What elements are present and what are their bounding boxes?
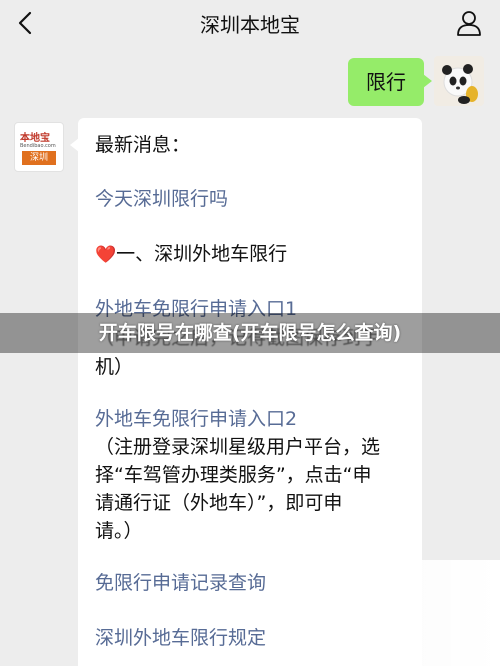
message-heading: 最新消息：: [95, 134, 191, 156]
section-one-text: 一、深圳外地车限行: [116, 243, 288, 265]
note-1-line-2: 机）: [95, 356, 134, 378]
heart-icon: ❤️: [95, 245, 117, 265]
note-2-line-3: 请通行证（外地车）”，即可申: [95, 492, 343, 514]
note-2-line-2: 择“车驾管办理类服务”，点击“申: [95, 464, 372, 486]
logo-text: 本地宝: [20, 133, 50, 144]
person-icon[interactable]: [454, 8, 484, 38]
outgoing-message-text: 限行: [366, 70, 406, 94]
user-avatar[interactable]: [434, 56, 484, 106]
note-2-line-4: 请。）: [95, 520, 143, 542]
link-records-query[interactable]: 免限行申请记录查询: [95, 568, 266, 598]
section-one-title: ❤️一、深圳外地车限行: [95, 239, 287, 270]
link-apply-entry-2[interactable]: 外地车免限行申请入口2: [95, 404, 297, 434]
outgoing-message-bubble[interactable]: 限行: [348, 58, 432, 106]
logo-badge: 深圳: [22, 151, 56, 165]
panda-avatar-icon: [434, 56, 484, 106]
logo-subtext: Bendibao.com: [20, 143, 56, 149]
link-today-restriction[interactable]: 今天深圳限行吗: [95, 184, 228, 214]
chat-header: 深圳本地宝: [0, 0, 500, 46]
link-restriction-rules[interactable]: 深圳外地车限行规定: [95, 623, 266, 653]
account-avatar[interactable]: 本地宝 Bendibao.com 深圳: [14, 122, 64, 172]
corner-fade: [340, 560, 500, 666]
note-2-line-1: （注册登录深圳星级用户平台，选: [95, 436, 381, 458]
caption-overlay-text: 开车限号在哪查(开车限号怎么查询): [98, 322, 402, 344]
chat-title: 深圳本地宝: [200, 13, 300, 37]
